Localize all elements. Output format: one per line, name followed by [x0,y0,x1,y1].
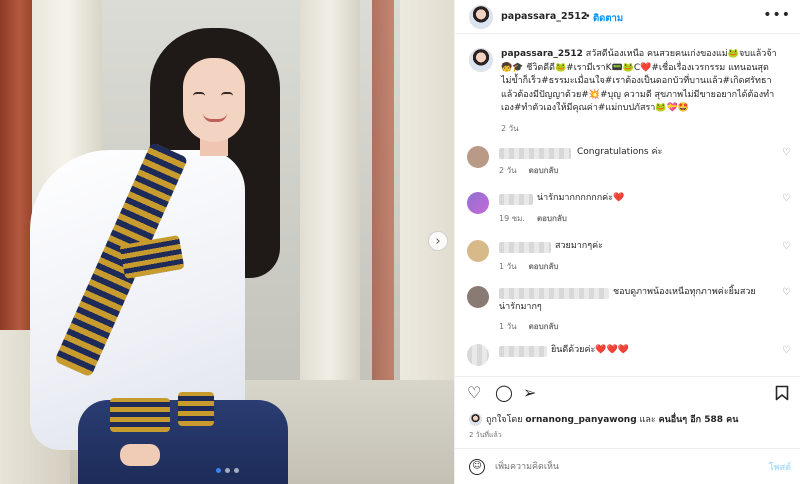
caption-line: 🧒🎓 ชีวิตดีดี🐸#เรามีเราK📟🐸C❤️#เชื่อเรื่อง… [501,62,769,73]
heart-icon[interactable]: ♡ [782,148,791,158]
comment-text: ยินดีด้วยค่ะ❤️❤️❤️ [551,345,629,355]
heart-icon[interactable]: ♡ [782,346,791,356]
comment-input[interactable] [495,458,735,476]
heart-icon[interactable]: ♡ [782,242,791,252]
avatar[interactable] [469,413,482,426]
reply-button[interactable]: ตอบกลับ [537,214,567,223]
avatar[interactable] [469,5,493,29]
comment-meta: 1 วัน ตอบกลับ [499,320,559,333]
comment-text: น่ารักมากกกกกกค่ะ❤️ [537,193,625,203]
post-actions-bar: ♡ ◯ ➢ [455,376,800,408]
post-detail-panel: papassara_2512 • ติดตาม ••• papassara_25… [454,0,800,484]
carousel-next-button[interactable]: › [428,231,448,251]
comment-meta: 19 ชม. ตอบกลับ [499,212,567,225]
caption-line: เอง#ทำตัวเองให้มีคุณค่า#แม่กบปภัสรา🐸💝🤩 [501,103,689,113]
comment-meta: 2 วัน ตอบกลับ [499,164,559,177]
caption-username[interactable]: papassara_2512 [501,49,583,59]
reply-button[interactable]: ตอบกลับ [529,262,559,271]
photo-subject-face [183,58,245,142]
photo-subject-eye [193,92,205,96]
comment-time: 1 วัน [499,262,517,271]
bookmark-icon-svg [775,385,789,401]
comment-text: Congratulations ค่ะ [577,147,663,157]
comment-item: Congratulations ค่ะ 2 วัน ตอบกลับ ♡ [455,146,800,186]
heart-icon[interactable]: ♡ [782,288,791,298]
comment-item: ชอบดูภาพน้องเหนือทุกภาพค่ะยิ้มสวย น่ารัก… [455,286,800,332]
follow-button[interactable]: ติดตาม [593,11,623,26]
caption-line: สวัสดีน้องเหนือ คนสวยคนเก่งของแม่🐸จบแล้ว… [582,49,777,59]
comment-username-blurred[interactable] [499,194,533,205]
caption-avatar[interactable] [469,48,493,72]
comments-scroll-area[interactable]: papassara_2512 สวัสดีน้องเหนือ คนสวยคนเก… [455,34,800,370]
emoji-icon[interactable]: ☺ [469,459,485,475]
likes-others[interactable]: คนอื่นๆ อีก 588 คน [659,415,739,425]
post-comment-button[interactable]: โพสต์ [769,460,791,474]
carousel-dot [234,468,239,473]
likes-prefix: ถูกใจโดย [486,415,523,425]
header-username[interactable]: papassara_2512 [501,11,587,22]
comment-username-blurred[interactable] [499,242,551,253]
comment-username-blurred[interactable] [499,346,547,357]
more-horizontal-icon[interactable]: ••• [763,7,791,23]
carousel-dot [216,468,221,473]
comment-item: สวยมากๆค่ะ 1 วัน ตอบกลับ ♡ [455,240,800,280]
comment-text-continued: น่ารักมากๆ [499,302,542,312]
likes-user[interactable]: ornanong_panyawong [525,415,636,425]
header-separator: • [585,11,591,22]
comment-item: น่ารักมากกกกกกค่ะ❤️ 19 ชม. ตอบกลับ ♡ [455,192,800,232]
post-header: papassara_2512 • ติดตาม ••• [455,0,800,34]
sleeve-stripe [110,398,170,432]
photo-subject-eye [221,92,233,96]
avatar[interactable] [467,286,489,308]
comment-time: 1 วัน [499,322,517,331]
send-icon[interactable]: ➢ [523,385,536,401]
comment-meta: 1 วัน ตอบกลับ [499,260,559,273]
comment-time: 2 วัน [499,166,517,175]
likes-summary: ถูกใจโดย ornanong_panyawong และ คนอื่นๆ … [469,412,738,426]
post-caption: papassara_2512 สวัสดีน้องเหนือ คนสวยคนเก… [501,48,791,116]
caption-line: แล้วต้องมีปัญญาด้วย#💥#บุญ ความดี สุขภาพไ… [501,89,775,100]
comment-item: ยินดีด้วยค่ะ❤️❤️❤️ ♡ [455,344,800,370]
add-comment-bar: ☺ โพสต์ [455,448,800,484]
comment-username-blurred[interactable] [499,148,571,159]
avatar[interactable] [467,146,489,168]
chevron-right-icon: › [435,233,441,249]
carousel-dots [216,468,239,473]
post-time: 2 วันที่แล้ว [469,431,502,439]
avatar[interactable] [467,344,489,366]
photo-subject-hand [120,444,160,466]
caption-line: ไม่ข้ำก็เร็ว#ธรรมะเมื่อนใจ#เราต้องเป็นดอ… [501,76,772,86]
bookmark-icon[interactable] [775,385,789,404]
avatar[interactable] [467,192,489,214]
comment-time: 19 ชม. [499,214,525,223]
reply-button[interactable]: ตอบกลับ [529,166,559,175]
comment-text: สวยมากๆค่ะ [555,241,603,251]
avatar[interactable] [467,240,489,262]
comment-username-blurred[interactable] [499,288,609,299]
reply-button[interactable]: ตอบกลับ [529,322,559,331]
heart-icon[interactable]: ♡ [467,385,481,401]
comment-text: ชอบดูภาพน้องเหนือทุกภาพค่ะยิ้มสวย [613,287,756,297]
heart-icon[interactable]: ♡ [782,194,791,204]
likes-middle: และ [639,415,656,425]
post-photo[interactable]: › [0,0,454,484]
caption-time: 2 วัน [501,124,519,133]
comment-icon[interactable]: ◯ [495,385,513,401]
carousel-dot [225,468,230,473]
sleeve-stripe [178,392,214,426]
